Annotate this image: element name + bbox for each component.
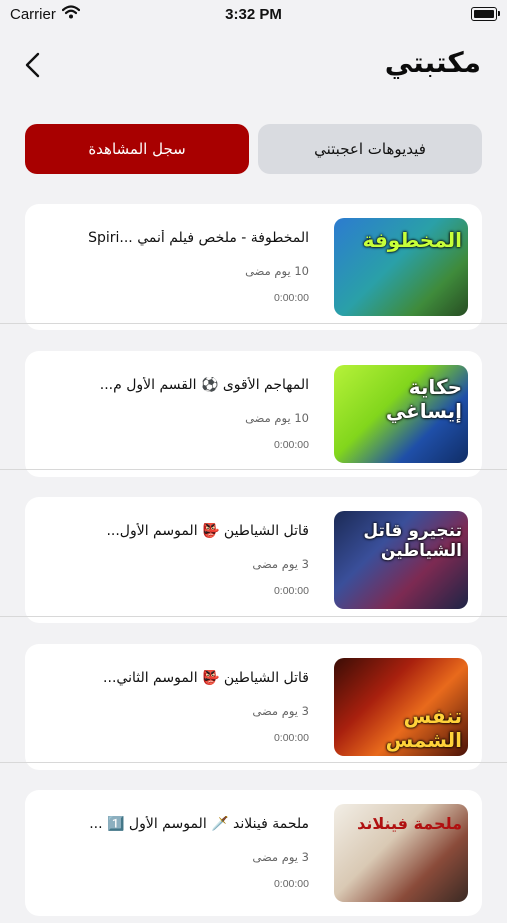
video-duration: 0:00:00: [273, 878, 309, 890]
video-thumbnail: حكاية إيساغي: [334, 364, 468, 463]
list-item: تنفس الشمس قاتل الشياطين 👺 الموسم الثاني…: [0, 615, 507, 777]
video-duration: 0:00:00: [273, 438, 309, 451]
video-title: قاتل الشياطين 👺 الموسم الثاني...: [103, 669, 309, 686]
divider: [0, 322, 507, 324]
video-date: 10 يوم مضى: [245, 264, 309, 278]
video-date: 3 يوم مضى: [252, 703, 309, 718]
battery-icon: [471, 7, 500, 21]
video-thumbnail: ملحمة فينلاند: [334, 804, 468, 902]
thumbnail-caption: ملحمة فينلاند: [357, 814, 462, 833]
video-title: ملحمة فينلاند 🗡️ الموسم الأول 1️⃣ ...: [89, 816, 309, 832]
divider: [0, 469, 507, 470]
video-card[interactable]: المخطوفة المخطوفة - ملخص فيلم أنمي ...Sp…: [25, 204, 482, 330]
divider: [0, 615, 507, 617]
thumbnail-caption: المخطوفة: [362, 228, 462, 252]
video-date: 10 يوم مضى: [245, 410, 309, 425]
video-thumbnail: المخطوفة: [334, 218, 468, 316]
video-card[interactable]: تنفس الشمس قاتل الشياطين 👺 الموسم الثاني…: [25, 643, 482, 770]
video-duration: 0:00:00: [273, 731, 309, 744]
list-item: ملحمة فينلاند ملحمة فينلاند 🗡️ الموسم ال…: [0, 762, 507, 923]
video-card[interactable]: حكاية إيساغي المهاجم الأقوى ⚽ القسم الأو…: [25, 350, 482, 477]
status-bar: Carrier 3:32 PM: [0, 0, 507, 30]
video-duration: 0:00:00: [273, 585, 309, 597]
video-card[interactable]: ملحمة فينلاند ملحمة فينلاند 🗡️ الموسم ال…: [25, 790, 482, 916]
video-card[interactable]: تنجيرو قاتل الشياطين قاتل الشياطين 👺 الم…: [25, 497, 482, 623]
divider: [0, 762, 507, 763]
page-title: مكتبتي: [384, 46, 481, 79]
video-list: المخطوفة المخطوفة - ملخص فيلم أنمي ...Sp…: [0, 190, 507, 923]
back-button[interactable]: [20, 50, 46, 80]
tab-liked-videos[interactable]: فيديوهات اعجبتني: [258, 124, 482, 174]
video-date: 3 يوم مضى: [252, 850, 309, 864]
video-thumbnail: تنجيرو قاتل الشياطين: [334, 511, 468, 609]
video-title: المخطوفة - ملخص فيلم أنمي ...Spiri: [88, 230, 309, 246]
video-duration: 0:00:00: [273, 292, 309, 304]
thumbnail-caption: حكاية إيساغي: [385, 374, 462, 423]
tab-watch-history[interactable]: سجل المشاهدة: [25, 124, 249, 174]
list-item: المخطوفة المخطوفة - ملخص فيلم أنمي ...Sp…: [0, 190, 507, 337]
thumbnail-caption: تنفس الشمس: [385, 703, 462, 752]
list-item: حكاية إيساغي المهاجم الأقوى ⚽ القسم الأو…: [0, 322, 507, 484]
list-item: تنجيرو قاتل الشياطين قاتل الشياطين 👺 الم…: [0, 469, 507, 630]
video-date: 3 يوم مضى: [252, 557, 309, 571]
video-title: قاتل الشياطين 👺 الموسم الأول...: [106, 523, 309, 539]
status-time: 3:32 PM: [225, 6, 282, 23]
thumbnail-caption: تنجيرو قاتل الشياطين: [363, 521, 462, 561]
video-thumbnail: تنفس الشمس: [334, 657, 468, 756]
video-title: المهاجم الأقوى ⚽ القسم الأول م...: [99, 376, 309, 393]
